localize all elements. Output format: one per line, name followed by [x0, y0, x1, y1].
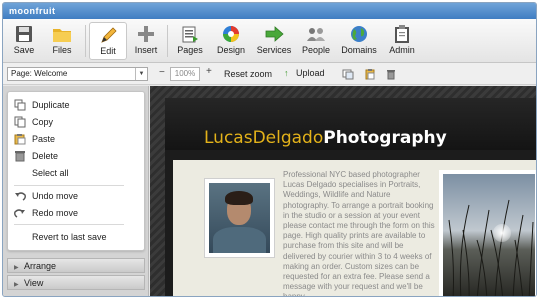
- clipboard-icon: [391, 24, 413, 44]
- redo-icon: [14, 207, 26, 219]
- portrait-shirt-shape: [213, 227, 266, 253]
- site-content-area[interactable]: Professional NYC based photographer Luca…: [173, 160, 536, 296]
- menu-item-label: Delete: [32, 151, 59, 161]
- pencil-icon: [97, 25, 119, 45]
- folder-icon: [51, 24, 73, 44]
- menu-item-label: Copy: [32, 117, 54, 127]
- chevron-down-icon: ▼: [135, 68, 147, 80]
- domains-label: Domains: [341, 45, 377, 55]
- menu-item-delete[interactable]: Delete: [14, 149, 58, 163]
- people-label: People: [301, 45, 331, 55]
- color-wheel-icon: [220, 24, 242, 44]
- upload-arrow-icon: ↑: [284, 68, 289, 78]
- upload-button[interactable]: ↑ Upload: [284, 68, 325, 78]
- sun-glow-shape: [493, 224, 511, 242]
- edit-context-menu: Duplicate Copy Paste Delete Select all U…: [7, 91, 145, 251]
- site-header[interactable]: LucasDelgadoPhotography: [165, 98, 536, 150]
- reset-zoom-button[interactable]: Reset zoom: [224, 69, 272, 79]
- pages-icon: [179, 24, 201, 44]
- copy-icon: [14, 116, 26, 128]
- people-button[interactable]: People: [297, 22, 335, 60]
- menu-item-label: Redo move: [32, 208, 79, 218]
- design-button[interactable]: Design: [212, 22, 250, 60]
- paste-tool-icon[interactable]: [364, 68, 376, 80]
- left-sidebar: Duplicate Copy Paste Delete Select all U…: [3, 86, 149, 296]
- plus-icon: [135, 24, 157, 44]
- zoom-in-icon[interactable]: +: [206, 66, 212, 77]
- pages-button[interactable]: Pages: [171, 22, 209, 60]
- save-label: Save: [13, 45, 35, 55]
- save-button[interactable]: Save: [5, 22, 43, 60]
- files-label: Files: [52, 45, 72, 55]
- page-select-dropdown[interactable]: Page: Welcome ▼: [7, 67, 148, 81]
- grass-sunset-image: [443, 174, 535, 296]
- insert-label: Insert: [134, 45, 158, 55]
- menu-item-undo-move[interactable]: Undo move: [14, 189, 78, 203]
- main-toolbar: Save Files Edit Insert Pages Design Serv…: [3, 19, 536, 63]
- site-title-photography: Photography: [323, 128, 447, 148]
- menu-item-label: Revert to last save: [32, 232, 107, 242]
- menu-item-redo-move[interactable]: Redo move: [14, 206, 78, 220]
- menu-item-select-all[interactable]: Select all: [32, 166, 69, 180]
- portrait-image: [209, 183, 270, 253]
- people-icon: [305, 24, 327, 44]
- landscape-photo[interactable]: [439, 170, 536, 296]
- arrange-label: Arrange: [24, 261, 57, 271]
- files-button[interactable]: Files: [43, 22, 81, 60]
- zoom-out-icon[interactable]: −: [159, 67, 165, 78]
- admin-label: Admin: [389, 45, 415, 55]
- arrange-panel-header[interactable]: ▶ Arrange: [7, 258, 145, 273]
- page-select-value: Page: Welcome: [11, 69, 68, 78]
- portrait-hair-shape: [225, 191, 253, 205]
- menu-item-duplicate[interactable]: Duplicate: [14, 98, 70, 112]
- image-tool-icon[interactable]: [342, 68, 354, 80]
- globe-icon: [348, 24, 370, 44]
- admin-button[interactable]: Admin: [383, 22, 421, 60]
- clipboard-paste-icon: [14, 133, 26, 145]
- services-label: Services: [256, 45, 292, 55]
- editor-window: moonfruit Save Files Edit Insert Pages D…: [2, 2, 537, 297]
- domains-button[interactable]: Domains: [340, 22, 378, 60]
- site-preview[interactable]: LucasDelgadoPhotography Professional NYC…: [165, 98, 536, 296]
- undo-icon: [14, 190, 26, 202]
- bio-text[interactable]: Professional NYC based photographer Luca…: [283, 170, 435, 296]
- menu-item-label: Duplicate: [32, 100, 70, 110]
- edit-button[interactable]: Edit: [89, 22, 127, 60]
- trash-icon: [14, 150, 26, 162]
- zoom-input[interactable]: 100%: [170, 67, 200, 81]
- toolbar-divider: [85, 25, 86, 57]
- app-titlebar: moonfruit: [3, 3, 536, 19]
- editor-canvas[interactable]: LucasDelgadoPhotography Professional NYC…: [150, 86, 536, 296]
- pages-label: Pages: [177, 45, 203, 55]
- upload-label: Upload: [296, 68, 325, 78]
- triangle-right-icon: ▶: [14, 282, 19, 288]
- view-label: View: [24, 278, 44, 288]
- duplicate-icon: [14, 99, 26, 111]
- green-arrow-icon: [263, 24, 285, 44]
- menu-item-label: Paste: [32, 134, 56, 144]
- view-panel-header[interactable]: ▶ View: [7, 275, 145, 290]
- menu-item-revert[interactable]: Revert to last save: [32, 230, 107, 244]
- menu-item-copy[interactable]: Copy: [14, 115, 53, 129]
- trash-icon[interactable]: [385, 68, 397, 80]
- toolbar-divider: [167, 25, 168, 57]
- menu-item-paste[interactable]: Paste: [14, 132, 55, 146]
- secondary-toolbar: Page: Welcome ▼ − 100% + Reset zoom ↑ Upl…: [3, 63, 536, 85]
- menu-item-label: Select all: [32, 168, 69, 178]
- site-title[interactable]: LucasDelgadoPhotography: [204, 128, 447, 148]
- site-title-name: LucasDelgado: [204, 128, 324, 148]
- portrait-photo[interactable]: [204, 178, 275, 258]
- menu-divider: [14, 224, 124, 225]
- insert-button[interactable]: Insert: [127, 22, 165, 60]
- design-label: Design: [216, 45, 245, 55]
- menu-divider: [14, 185, 124, 186]
- services-button[interactable]: Services: [255, 22, 293, 60]
- floppy-disk-icon: [13, 24, 35, 44]
- app-logo-text: moonfruit: [9, 6, 56, 16]
- edit-label: Edit: [100, 46, 116, 56]
- menu-item-label: Undo move: [32, 191, 79, 201]
- triangle-right-icon: ▶: [14, 265, 19, 271]
